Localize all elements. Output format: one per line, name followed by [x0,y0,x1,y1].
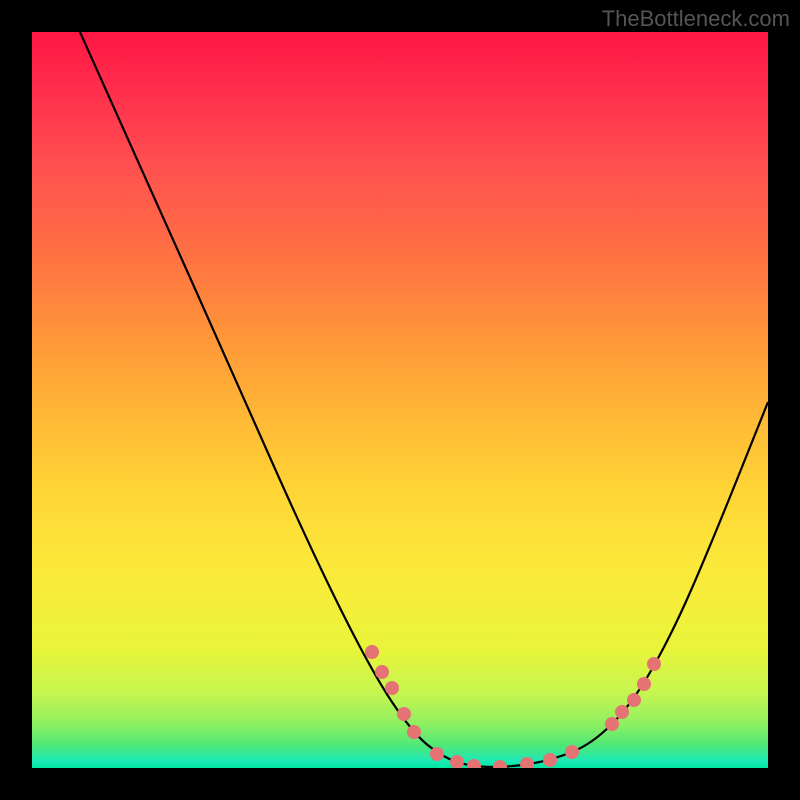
data-dot [493,760,507,768]
data-dot [467,759,481,768]
data-dot [385,681,399,695]
data-dot [565,745,579,759]
data-dot [407,725,421,739]
data-dot [397,707,411,721]
bottleneck-curve [80,32,768,767]
data-dot [637,677,651,691]
data-dot [605,717,619,731]
data-dot [375,665,389,679]
watermark-text: TheBottleneck.com [602,6,790,32]
data-dot [430,747,444,761]
curve-svg [32,32,768,768]
data-dot [365,645,379,659]
data-dot [627,693,641,707]
data-dot [450,755,464,768]
data-dots [365,645,661,768]
chart-frame [32,32,768,768]
plot-area [32,32,768,768]
data-dot [615,705,629,719]
data-dot [520,757,534,768]
data-dot [647,657,661,671]
data-dot [543,753,557,767]
